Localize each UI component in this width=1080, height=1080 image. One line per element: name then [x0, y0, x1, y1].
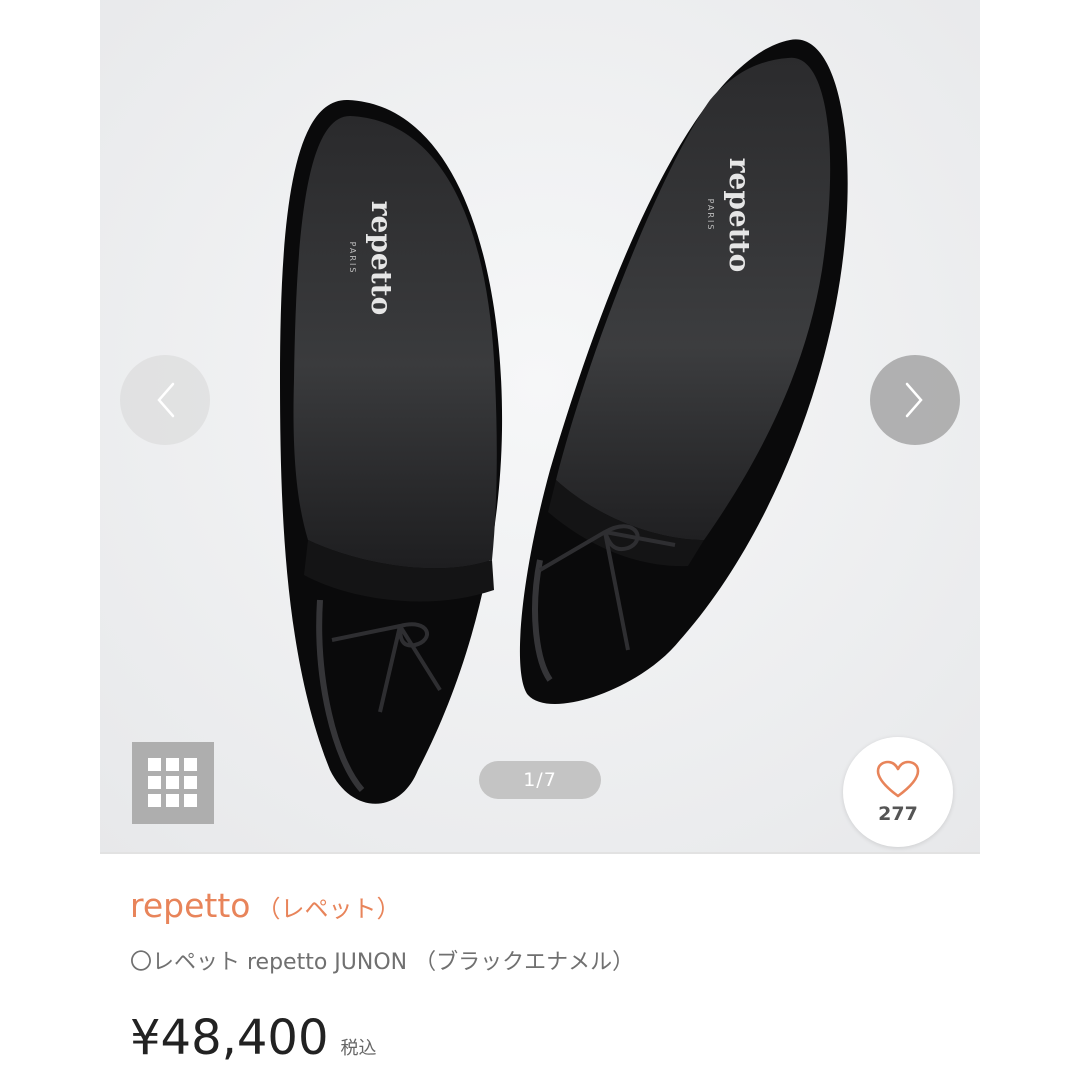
product-name: 〇レペット repetto JUNON （ブラックエナメル） — [130, 950, 635, 975]
next-image-button[interactable] — [870, 355, 960, 445]
tax-label: 税込 — [340, 1038, 377, 1059]
svg-text:repetto: repetto — [723, 158, 756, 273]
product-photo: repetto PARIS repetto PARIS — [100, 0, 980, 852]
grid-view-button[interactable] — [132, 742, 214, 824]
svg-text:repetto: repetto — [365, 201, 398, 316]
like-count: 277 — [878, 803, 918, 825]
chevron-left-icon — [157, 382, 175, 418]
svg-text:PARIS: PARIS — [706, 199, 715, 232]
price-block: ¥48,400 税込 — [130, 1010, 377, 1066]
chevron-right-icon — [905, 382, 923, 418]
gallery-divider — [100, 852, 980, 854]
image-page-indicator: 1/7 — [479, 761, 601, 799]
price: ¥48,400 — [130, 1010, 329, 1066]
brand-kana: （レペット） — [256, 895, 401, 923]
previous-image-button[interactable] — [120, 355, 210, 445]
grid-icon — [148, 758, 197, 807]
heart-icon — [876, 760, 920, 798]
svg-text:PARIS: PARIS — [348, 242, 357, 275]
brand-name: repetto — [130, 886, 251, 925]
like-button[interactable]: 277 — [843, 737, 953, 847]
brand-link[interactable]: repetto （レペット） — [130, 886, 400, 925]
product-image-gallery[interactable]: repetto PARIS repetto PARIS — [100, 0, 980, 852]
